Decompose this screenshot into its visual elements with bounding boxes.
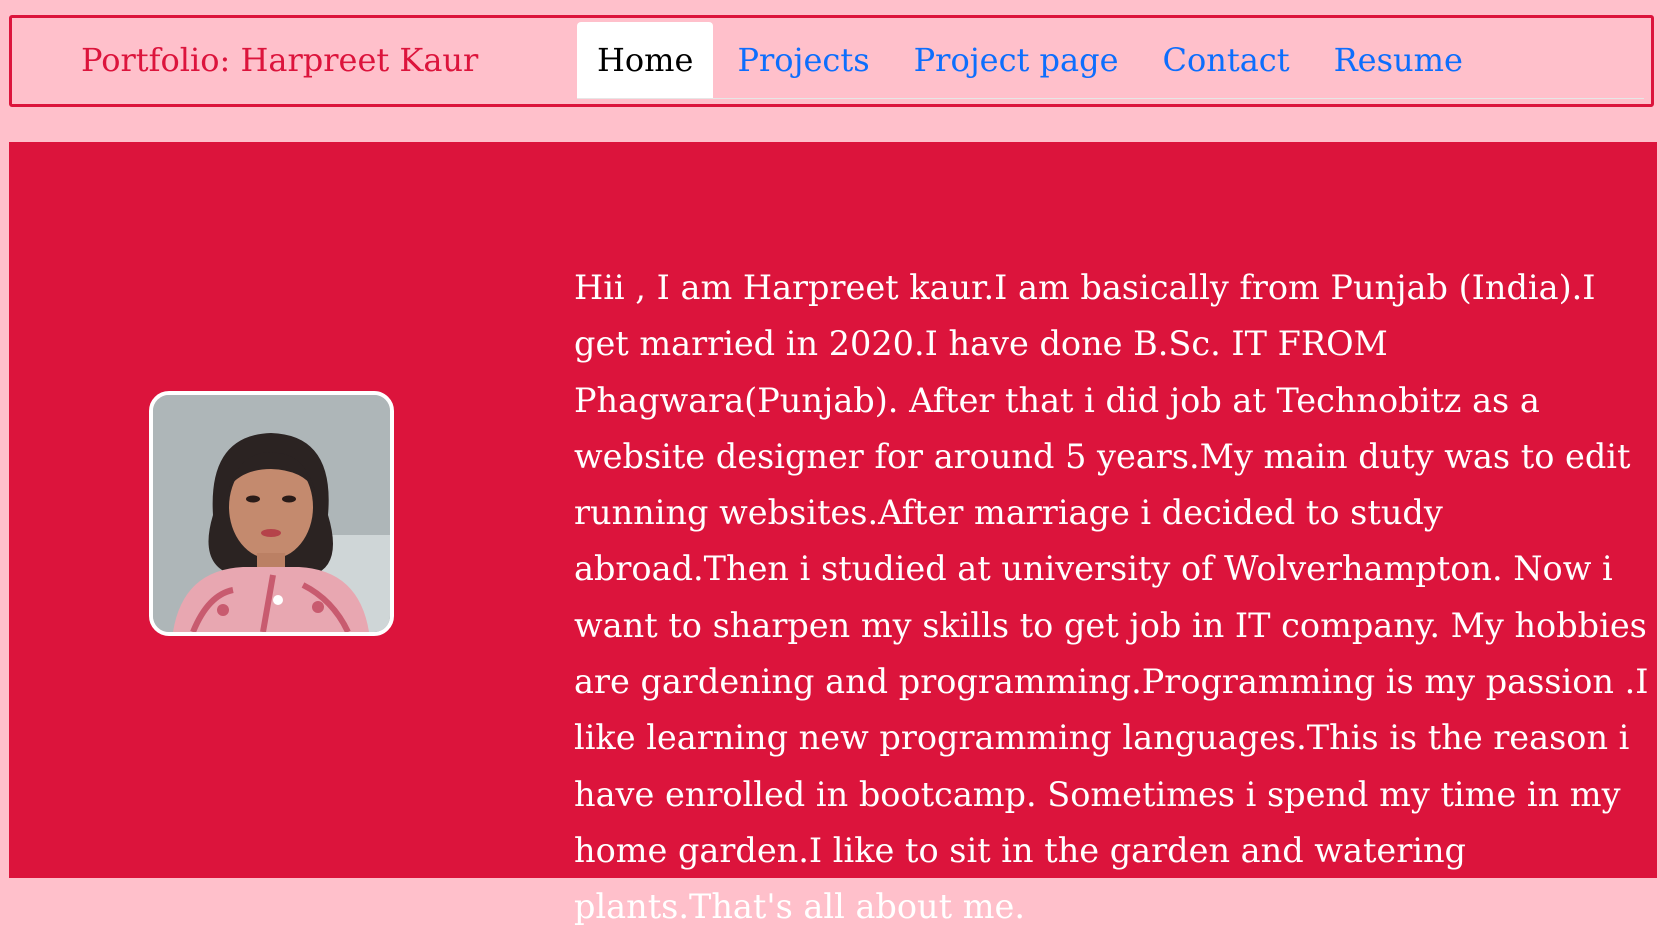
about-section: Hii , I am Harpreet kaur.I am basically … [9,142,1657,926]
bio-text: Hii , I am Harpreet kaur.I am basically … [574,268,1649,927]
nav-link-project-page[interactable]: Project page [894,22,1139,98]
nav-link-projects[interactable]: Projects [717,22,889,98]
nav-tabs: Home Projects Project page Contact Resum… [577,22,1644,99]
profile-photo-image [153,395,390,632]
nav-link-resume[interactable]: Resume [1314,22,1483,98]
navbar: Portfolio: Harpreet Kaur Home Projects P… [9,15,1654,107]
brand-title[interactable]: Portfolio: Harpreet Kaur [81,40,478,80]
nav-link-home[interactable]: Home [577,22,714,98]
nav-link-contact[interactable]: Contact [1143,22,1310,98]
profile-photo [149,391,394,636]
